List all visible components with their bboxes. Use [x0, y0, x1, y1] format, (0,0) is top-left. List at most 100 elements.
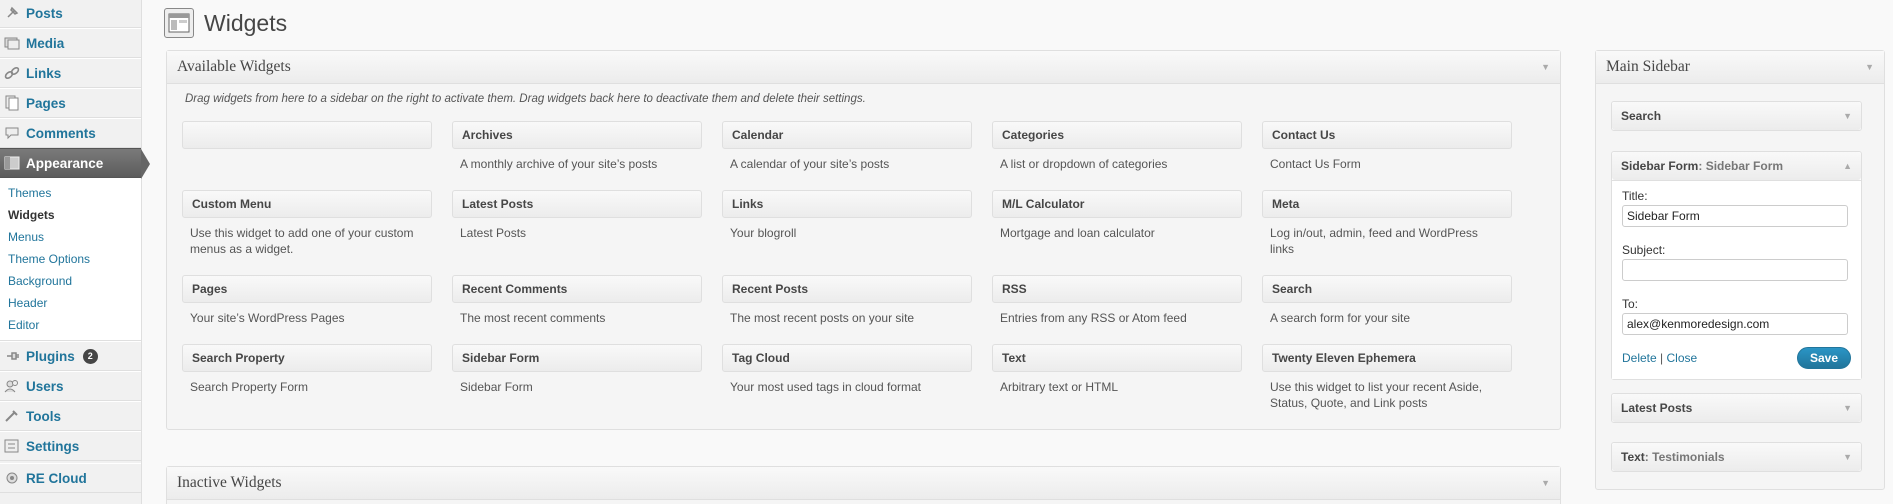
sidebar-widget-latest-posts[interactable]: Latest Posts ▼	[1611, 393, 1862, 423]
widget-instance-title: : Testimonials	[1644, 450, 1725, 464]
expand-arrow-icon[interactable]: ▼	[1843, 452, 1852, 462]
sidebar-widget-sidebar-form: Sidebar Form: Sidebar Form ▲ Title: Subj…	[1611, 151, 1862, 380]
widget-title: Search Property	[182, 344, 432, 372]
menu-item-appearance[interactable]: Appearance	[0, 148, 150, 179]
widget-text[interactable]: Text Arbitrary text or HTML	[992, 344, 1242, 395]
cloud-icon	[3, 469, 21, 487]
widget-header[interactable]: Sidebar Form: Sidebar Form ▲	[1612, 152, 1861, 180]
widget-contact-us[interactable]: Contact Us Contact Us Form	[1262, 121, 1512, 172]
widget-custom-menu[interactable]: Custom Menu Use this widget to add one of…	[182, 190, 432, 257]
widgets-screen-icon	[164, 8, 194, 38]
update-count-badge: 2	[82, 348, 98, 364]
widget-title: Latest Posts	[452, 190, 702, 218]
submenu-header[interactable]: Header	[0, 292, 141, 314]
menu-label: Posts	[26, 5, 63, 21]
submenu-theme-options[interactable]: Theme Options	[0, 248, 141, 270]
admin-menu: Posts Media Links Pages Comments Appeara…	[0, 0, 150, 504]
menu-item-media[interactable]: Media	[0, 28, 141, 58]
users-icon	[3, 377, 21, 395]
widget-meta[interactable]: Meta Log in/out, admin, feed and WordPres…	[1262, 190, 1512, 257]
widget-title: Tag Cloud	[722, 344, 972, 372]
widget-categories[interactable]: Categories A list or dropdown of categori…	[992, 121, 1242, 172]
widget-links[interactable]: Links Your blogroll	[722, 190, 972, 241]
sidebar-widget-search[interactable]: Search ▼	[1611, 101, 1862, 131]
widget-description: The most recent comments	[460, 311, 606, 325]
instance-title-text: Testimonials	[1652, 450, 1725, 464]
collapse-arrow-icon[interactable]: ▼	[1541, 62, 1550, 72]
widget-title: Sidebar Form: Sidebar Form	[1621, 159, 1783, 173]
widget-archives[interactable]: Archives A monthly archive of your site’s…	[452, 121, 702, 172]
widget-header: Latest Posts ▼	[1612, 394, 1861, 422]
widget-title: Text: Testimonials	[1621, 450, 1725, 464]
menu-label: Media	[26, 35, 65, 51]
widget-tag-cloud[interactable]: Tag Cloud Your most used tags in cloud fo…	[722, 344, 972, 395]
menu-item-settings[interactable]: Settings	[0, 431, 141, 461]
widget-recent-comments[interactable]: Recent Comments The most recent comments	[452, 275, 702, 326]
collapse-arrow-icon[interactable]: ▼	[1865, 62, 1874, 72]
widget-title: Twenty Eleven Ephemera	[1262, 344, 1512, 372]
menu-label: Links	[26, 65, 62, 81]
to-label: To:	[1622, 297, 1639, 311]
widget-title: Search	[1262, 275, 1512, 303]
widget-calendar[interactable]: Calendar A calendar of your site’s posts	[722, 121, 972, 172]
media-icon	[3, 34, 21, 52]
submenu-widgets[interactable]: Widgets	[0, 204, 141, 226]
widget-title: M/L Calculator	[992, 190, 1242, 218]
menu-item-users[interactable]: Users	[0, 371, 141, 401]
widget-latest-posts[interactable]: Latest Posts Latest Posts	[452, 190, 702, 241]
expand-arrow-icon[interactable]: ▼	[1843, 403, 1852, 413]
widget-recent-posts[interactable]: Recent Posts The most recent posts on you…	[722, 275, 972, 326]
widget-header: Text: Testimonials ▼	[1612, 443, 1861, 471]
widget-title: Pages	[182, 275, 432, 303]
menu-item-posts[interactable]: Posts	[0, 0, 141, 28]
menu-item-plugins[interactable]: Plugins 2	[0, 341, 141, 371]
widget-pages[interactable]: Pages Your site’s WordPress Pages	[182, 275, 432, 326]
to-email-input[interactable]	[1622, 313, 1848, 335]
menu-item-re-cloud[interactable]: RE Cloud	[0, 463, 141, 493]
widget-description: A search form for your site	[1270, 311, 1411, 325]
save-button[interactable]: Save	[1796, 347, 1851, 369]
widget-name: Sidebar Form	[1621, 159, 1699, 173]
widget-search[interactable]: Search A search form for your site	[1262, 275, 1512, 326]
inactive-widgets-header[interactable]: Inactive Widgets ▼	[167, 467, 1560, 500]
menu-item-pages[interactable]: Pages	[0, 88, 141, 118]
available-widgets-header[interactable]: Available Widgets ▼	[167, 51, 1560, 84]
collapse-arrow-icon[interactable]: ▲	[1843, 161, 1852, 171]
widget-title: Categories	[992, 121, 1242, 149]
widget-sidebar-form[interactable]: Sidebar Form Sidebar Form	[452, 344, 702, 395]
widget-title: Archives	[452, 121, 702, 149]
link-separator: |	[1660, 351, 1664, 365]
submenu-themes[interactable]: Themes	[0, 182, 141, 204]
menu-item-tools[interactable]: Tools	[0, 401, 141, 431]
expand-arrow-icon[interactable]: ▼	[1843, 111, 1852, 121]
sidebar-widget-text-testimonials[interactable]: Text: Testimonials ▼	[1611, 442, 1862, 472]
menu-label: Appearance	[26, 155, 104, 171]
widget-description: Use this widget to add one of your custo…	[190, 226, 414, 256]
widget-ml-calculator[interactable]: M/L Calculator Mortgage and loan calculat…	[992, 190, 1242, 241]
close-link[interactable]: Close	[1667, 351, 1698, 365]
available-widgets-panel: Available Widgets ▼ Drag widgets from he…	[166, 50, 1561, 430]
subject-label: Subject:	[1622, 243, 1666, 257]
main-sidebar-header[interactable]: Main Sidebar ▼	[1596, 51, 1884, 84]
widget-description: Your site’s WordPress Pages	[190, 311, 345, 325]
widget-title: Recent Comments	[452, 275, 702, 303]
widget-control-links: Delete | Close	[1622, 351, 1697, 365]
widget-twenty-eleven-ephemera[interactable]: Twenty Eleven Ephemera Use this widget to…	[1262, 344, 1512, 411]
subject-input[interactable]	[1622, 259, 1848, 281]
widget-description: A calendar of your site’s posts	[730, 157, 890, 171]
widget-blank[interactable]	[182, 121, 432, 156]
instance-title-text: Sidebar Form	[1705, 159, 1784, 173]
widget-title: Text	[992, 344, 1242, 372]
widget-search-property[interactable]: Search Property Search Property Form	[182, 344, 432, 395]
submenu-menus[interactable]: Menus	[0, 226, 141, 248]
page-icon	[3, 94, 21, 112]
submenu-background[interactable]: Background	[0, 270, 141, 292]
widget-rss[interactable]: RSS Entries from any RSS or Atom feed	[992, 275, 1242, 326]
submenu-editor[interactable]: Editor	[0, 314, 141, 336]
title-input[interactable]	[1622, 205, 1848, 227]
collapse-arrow-icon[interactable]: ▼	[1541, 478, 1550, 488]
widget-header: Search ▼	[1612, 102, 1861, 130]
menu-item-links[interactable]: Links	[0, 58, 141, 88]
delete-link[interactable]: Delete	[1622, 351, 1657, 365]
menu-item-comments[interactable]: Comments	[0, 118, 141, 148]
